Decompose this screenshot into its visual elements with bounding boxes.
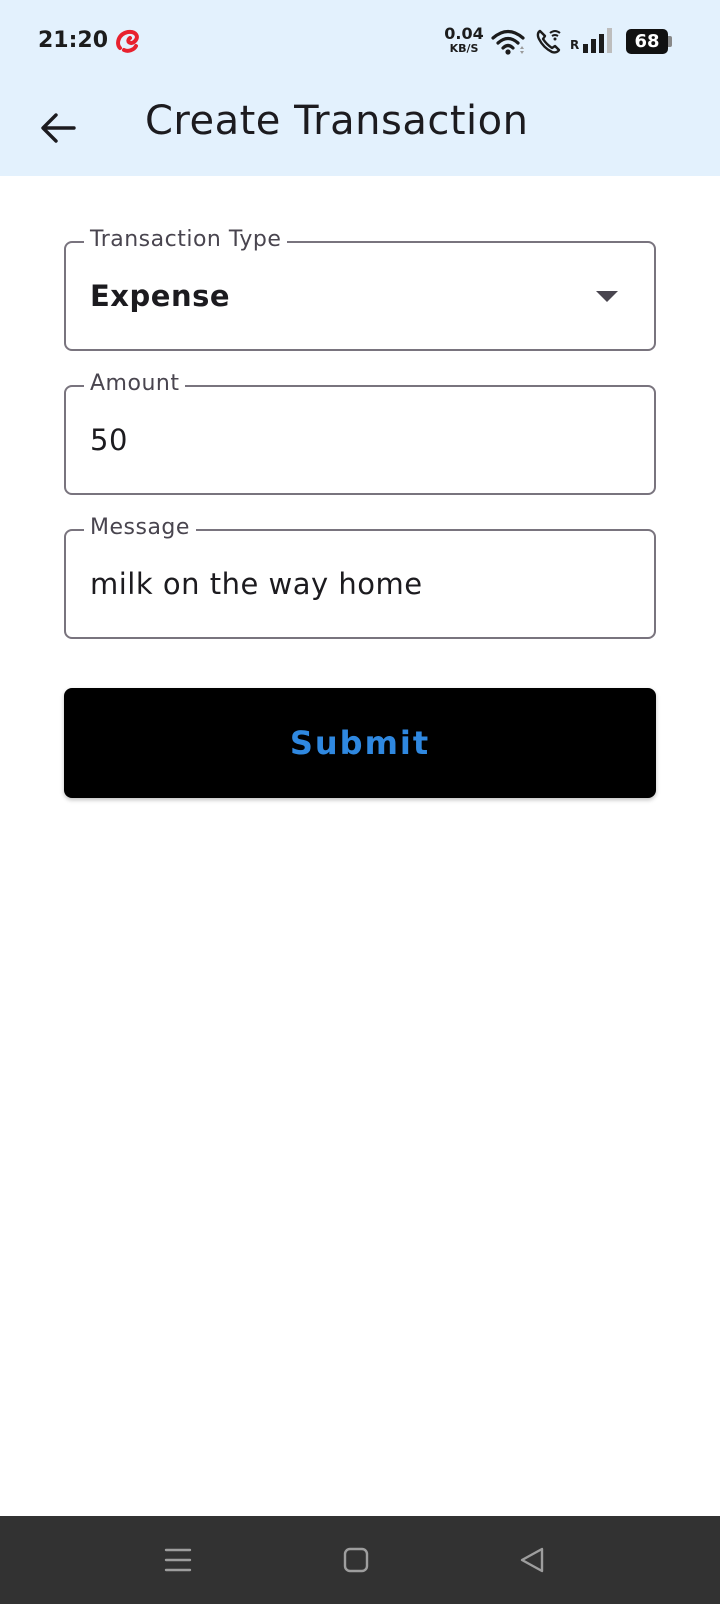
system-nav-bar (0, 1516, 720, 1604)
amount-field[interactable]: Amount 50 (64, 371, 656, 495)
home-button[interactable] (330, 1534, 382, 1586)
recents-button[interactable] (152, 1534, 204, 1586)
status-bar: 21:20 0.04 KB/S R 68 (0, 0, 720, 84)
transaction-type-dropdown[interactable]: Transaction Type Expense (64, 227, 656, 351)
arrow-left-icon (41, 113, 76, 143)
back-button[interactable] (30, 100, 86, 156)
message-field[interactable]: Message milk on the way home (64, 515, 656, 639)
amount-value: 50 (90, 423, 128, 457)
app-bar: Create Transaction (0, 84, 720, 176)
network-speed: 0.04 KB/S (444, 24, 484, 55)
system-back-button[interactable] (506, 1534, 558, 1586)
airtel-logo-icon (116, 29, 139, 53)
message-value: milk on the way home (90, 567, 423, 601)
message-label: Message (84, 515, 196, 540)
battery-cap (668, 36, 672, 47)
status-time: 21:20 (38, 28, 109, 53)
transaction-type-label: Transaction Type (84, 227, 288, 252)
submit-label: Submit (289, 724, 431, 762)
square-icon (343, 1547, 369, 1573)
transaction-type-value: Expense (90, 279, 231, 313)
network-speed-unit: KB/S (449, 42, 479, 55)
menu-lines-icon (164, 1548, 192, 1572)
wifi-calling-icon (536, 29, 561, 54)
cell-signal-icon (583, 28, 612, 53)
submit-button[interactable]: Submit (64, 688, 656, 798)
triangle-back-icon (520, 1547, 544, 1573)
amount-label: Amount (84, 371, 186, 396)
dropdown-arrow-icon (596, 291, 618, 302)
battery-level: 68 (626, 29, 668, 54)
network-speed-value: 0.04 (444, 24, 484, 43)
wifi-icon (491, 29, 525, 55)
battery-indicator: 68 (626, 29, 672, 54)
roaming-indicator: R (570, 38, 580, 52)
page-title: Create Transaction (145, 98, 529, 144)
